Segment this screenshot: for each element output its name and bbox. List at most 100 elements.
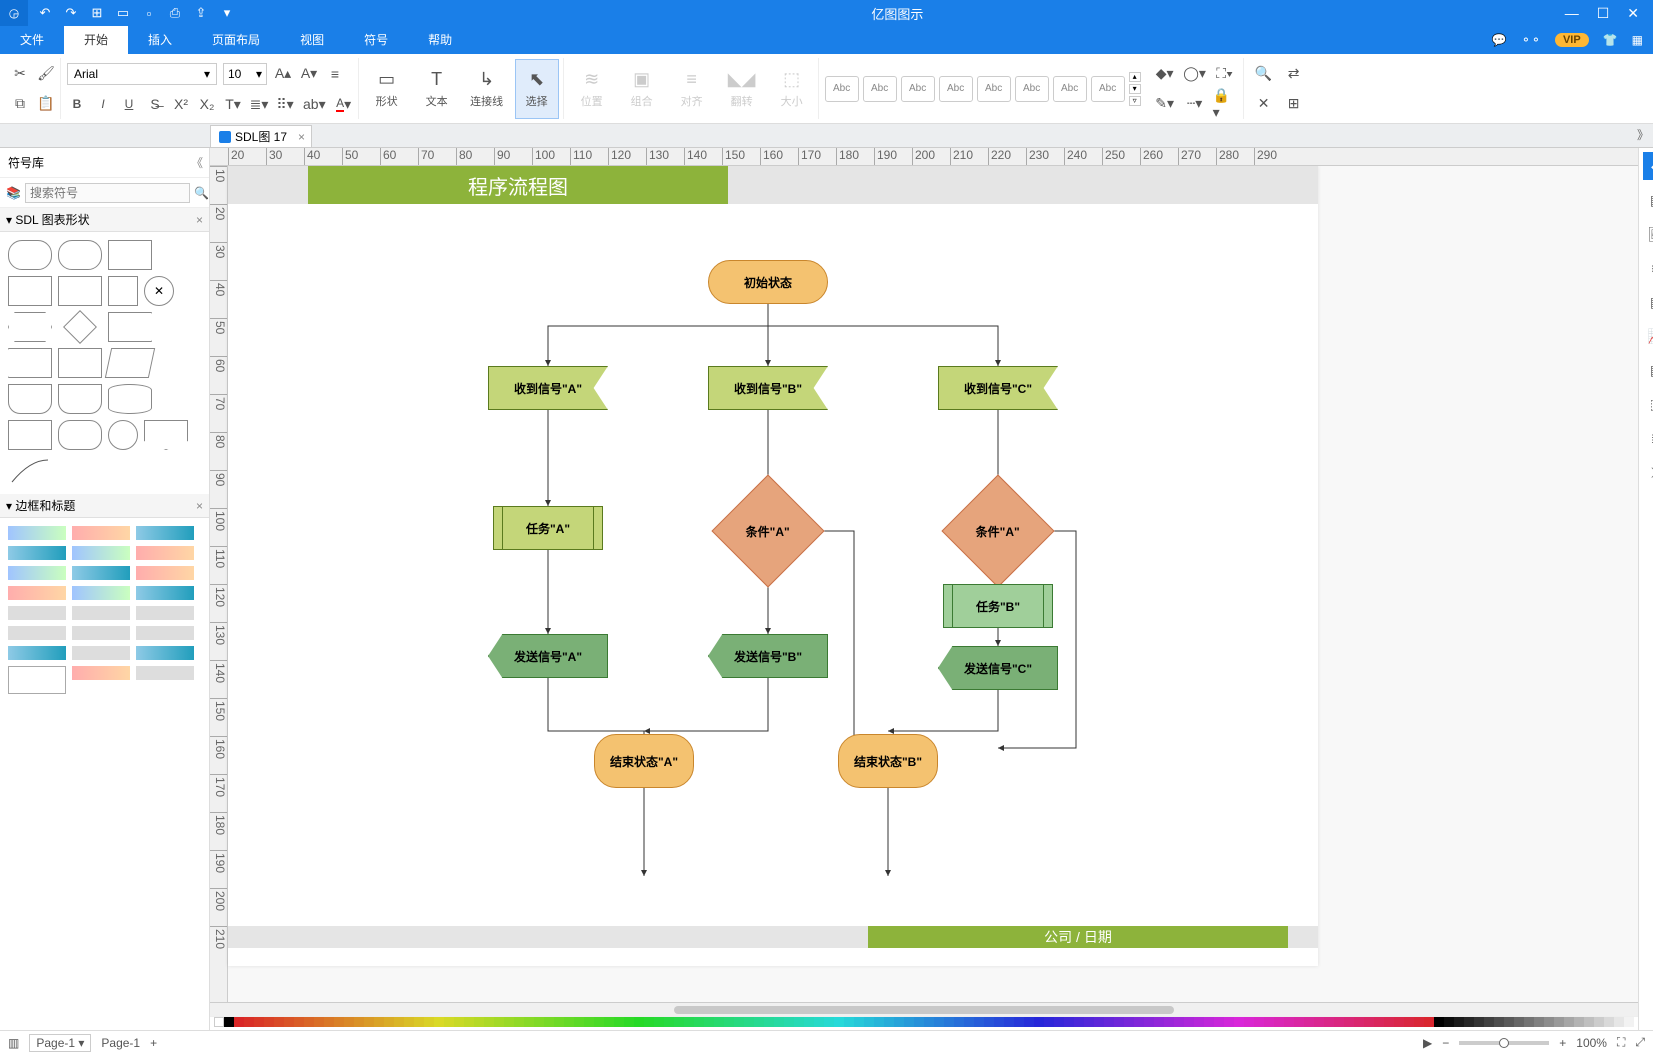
shape-item[interactable] xyxy=(108,240,152,270)
color-swatch[interactable] xyxy=(704,1017,714,1027)
search-input[interactable] xyxy=(25,183,190,203)
font-select[interactable]: Arial▾ xyxy=(67,63,217,85)
lock-icon[interactable]: 🔒▾ xyxy=(1213,94,1237,114)
redo-icon[interactable]: ↷ xyxy=(62,4,80,22)
color-swatch[interactable] xyxy=(534,1017,544,1027)
align-button[interactable]: ≡对齐 xyxy=(670,59,714,119)
shape-item[interactable] xyxy=(8,348,52,378)
color-swatch[interactable] xyxy=(234,1017,244,1027)
color-swatch[interactable] xyxy=(874,1017,884,1027)
style-item[interactable]: Abc xyxy=(1091,76,1125,102)
color-swatch[interactable] xyxy=(504,1017,514,1027)
color-swatch[interactable] xyxy=(1404,1017,1414,1027)
color-swatch[interactable] xyxy=(1434,1017,1444,1027)
shirt-icon[interactable]: 👕 xyxy=(1603,33,1618,47)
close-tab-icon[interactable]: × xyxy=(298,130,305,144)
color-swatch[interactable] xyxy=(1324,1017,1334,1027)
text-case-icon[interactable]: T▾ xyxy=(223,94,243,114)
color-swatch[interactable] xyxy=(1314,1017,1324,1027)
horizontal-scrollbar[interactable] xyxy=(210,1002,1638,1016)
gallery-down-icon[interactable]: ▾ xyxy=(1129,84,1141,94)
node-condition-a2[interactable]: 条件"A" xyxy=(941,474,1054,587)
color-swatch[interactable] xyxy=(624,1017,634,1027)
shape-item[interactable] xyxy=(108,384,152,414)
node-end-b[interactable]: 结束状态"B" xyxy=(838,734,938,788)
color-swatch[interactable] xyxy=(884,1017,894,1027)
color-swatch[interactable] xyxy=(1194,1017,1204,1027)
style-item[interactable]: Abc xyxy=(977,76,1011,102)
color-swatch[interactable] xyxy=(1094,1017,1104,1027)
style-item[interactable]: Abc xyxy=(825,76,859,102)
group-button[interactable]: ▣组合 xyxy=(620,59,664,119)
fill-icon[interactable]: ◆▾ xyxy=(1153,63,1177,83)
bullets-icon[interactable]: ⠿▾ xyxy=(275,94,295,114)
color-swatch[interactable] xyxy=(674,1017,684,1027)
minimize-icon[interactable]: — xyxy=(1565,5,1579,22)
color-swatch[interactable] xyxy=(1604,1017,1614,1027)
title-style-item[interactable] xyxy=(136,586,194,600)
shape-item[interactable] xyxy=(108,312,152,342)
page-footer-banner[interactable]: 公司 / 日期 xyxy=(868,926,1288,948)
color-swatch[interactable] xyxy=(1574,1017,1584,1027)
color-swatch[interactable] xyxy=(1544,1017,1554,1027)
color-swatch[interactable] xyxy=(944,1017,954,1027)
color-swatch[interactable] xyxy=(1374,1017,1384,1027)
color-swatch[interactable] xyxy=(834,1017,844,1027)
close-category-icon[interactable]: × xyxy=(196,213,203,227)
size-button[interactable]: ⬚大小 xyxy=(770,59,814,119)
node-condition-a[interactable]: 条件"A" xyxy=(711,474,824,587)
color-swatch[interactable] xyxy=(1354,1017,1364,1027)
color-swatch[interactable] xyxy=(1444,1017,1454,1027)
fit-page-icon[interactable]: ⛶ xyxy=(1617,1035,1625,1050)
clip-panel-icon[interactable]: ⬚ xyxy=(1643,390,1653,418)
style-item[interactable]: Abc xyxy=(1053,76,1087,102)
open-icon[interactable]: ▭ xyxy=(114,4,132,22)
title-style-item[interactable] xyxy=(8,606,66,620)
menu-tab-view[interactable]: 视图 xyxy=(280,26,344,54)
print-icon[interactable]: ⎙ xyxy=(166,4,184,22)
title-style-item[interactable] xyxy=(72,566,130,580)
title-style-item[interactable] xyxy=(72,586,130,600)
grid-panel-icon[interactable]: ▦ xyxy=(1643,186,1653,214)
shape-item[interactable] xyxy=(8,456,52,486)
color-swatch[interactable] xyxy=(954,1017,964,1027)
color-swatch[interactable] xyxy=(494,1017,504,1027)
color-swatch[interactable] xyxy=(904,1017,914,1027)
feedback-icon[interactable]: 💬 xyxy=(1492,33,1507,47)
color-swatch[interactable] xyxy=(774,1017,784,1027)
color-swatch[interactable] xyxy=(1244,1017,1254,1027)
apps-icon[interactable]: ▦ xyxy=(1632,33,1643,47)
add-page-icon[interactable]: + xyxy=(150,1036,157,1050)
color-swatch[interactable] xyxy=(304,1017,314,1027)
subscript-icon[interactable]: X₂ xyxy=(197,94,217,114)
list-panel-icon[interactable]: ≣ xyxy=(1643,424,1653,452)
menu-tab-insert[interactable]: 插入 xyxy=(128,26,192,54)
node-end-a[interactable]: 结束状态"A" xyxy=(594,734,694,788)
color-swatch[interactable] xyxy=(544,1017,554,1027)
color-swatch[interactable] xyxy=(344,1017,354,1027)
color-swatch[interactable] xyxy=(254,1017,264,1027)
color-swatch[interactable] xyxy=(404,1017,414,1027)
title-style-item[interactable] xyxy=(8,646,66,660)
shape-item[interactable] xyxy=(8,276,52,306)
zoom-out-icon[interactable]: − xyxy=(1442,1036,1449,1050)
color-swatch[interactable] xyxy=(1564,1017,1574,1027)
color-swatch[interactable] xyxy=(364,1017,374,1027)
color-swatch[interactable] xyxy=(614,1017,624,1027)
chart-panel-icon[interactable]: 📈 xyxy=(1643,322,1653,350)
color-swatch[interactable] xyxy=(1334,1017,1344,1027)
select-button[interactable]: ⬉选择 xyxy=(515,59,559,119)
style-item[interactable]: Abc xyxy=(939,76,973,102)
collapse-right-icon[interactable]: 》 xyxy=(1637,126,1649,143)
shuffle-panel-icon[interactable]: ⤨ xyxy=(1643,458,1653,486)
shape-button[interactable]: ▭形状 xyxy=(365,59,409,119)
title-style-item[interactable] xyxy=(136,546,194,560)
color-swatch[interactable] xyxy=(374,1017,384,1027)
color-swatch[interactable] xyxy=(1484,1017,1494,1027)
style-item[interactable]: Abc xyxy=(901,76,935,102)
undo-icon[interactable]: ↶ xyxy=(36,4,54,22)
color-swatch[interactable] xyxy=(394,1017,404,1027)
node-send-b[interactable]: 发送信号"B" xyxy=(708,634,828,678)
color-swatch[interactable] xyxy=(384,1017,394,1027)
gallery-more-icon[interactable]: ▿ xyxy=(1129,96,1141,106)
